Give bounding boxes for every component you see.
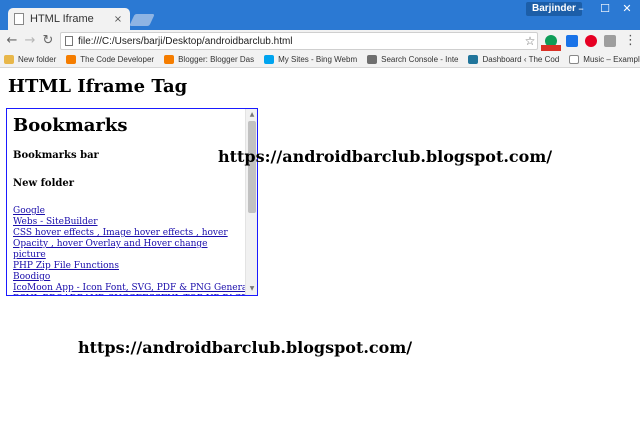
browser-menu-button[interactable]: ⋮ <box>624 33 637 49</box>
scroll-thumb[interactable] <box>248 121 256 213</box>
reload-button[interactable]: ↻ <box>40 33 56 49</box>
search-console-icon <box>367 55 378 64</box>
iframe-new-folder-heading: New folder <box>13 178 74 189</box>
page-heading: HTML Iframe Tag <box>8 76 188 97</box>
new-tab-button[interactable] <box>129 14 155 26</box>
scroll-down-arrow-icon[interactable]: ▼ <box>248 285 256 293</box>
bookmark-item[interactable]: New folder <box>4 55 56 64</box>
bookmark-star-icon[interactable]: ☆ <box>523 34 537 48</box>
iframe-bookmarks-bar-heading: Bookmarks bar <box>13 150 99 161</box>
bookmark-label: The Code Developer <box>80 55 155 64</box>
iframe-link[interactable]: PHP Zip File Functions <box>13 261 243 272</box>
minimize-button[interactable]: – <box>570 2 592 16</box>
wordpress-icon <box>468 55 479 64</box>
back-button[interactable]: ← <box>4 33 20 49</box>
iframe-link[interactable]: Google <box>13 206 243 217</box>
address-bar[interactable]: file:///C:/Users/barji/Desktop/androidba… <box>60 32 538 50</box>
blogger-icon <box>164 55 175 64</box>
extension-grey-icon[interactable] <box>604 35 616 47</box>
title-bar: HTML Iframe × Barjinder – ☐ ✕ <box>0 0 640 30</box>
bookmark-item[interactable]: My Sites - Bing Webm <box>264 55 357 64</box>
bookmark-item[interactable]: Music – Examples <box>569 55 640 64</box>
page-favicon-icon <box>14 13 24 25</box>
bookmark-item[interactable]: Dashboard ‹ The Cod <box>468 55 559 64</box>
maximize-button[interactable]: ☐ <box>594 2 616 16</box>
blog-url-text: https://androidbarclub.blogspot.com/ <box>218 147 553 166</box>
scroll-up-arrow-icon[interactable]: ▲ <box>248 111 256 119</box>
tab-title: HTML Iframe <box>30 13 94 25</box>
page-icon <box>569 55 580 64</box>
extension-blue-icon[interactable] <box>566 35 578 47</box>
bookmark-item[interactable]: The Code Developer <box>66 55 154 64</box>
browser-tab[interactable]: HTML Iframe × <box>8 8 130 30</box>
iframe-link[interactable]: IcoMoon App - Icon Font, SVG, PDF & PNG … <box>13 283 257 294</box>
browser-toolbar: ← → ↻ file:///C:/Users/barji/Desktop/and… <box>0 30 640 52</box>
pinterest-extension-icon[interactable] <box>585 35 597 47</box>
url-text[interactable]: file:///C:/Users/barji/Desktop/androidba… <box>78 36 523 47</box>
bookmark-label: Music – Examples <box>583 55 640 64</box>
iframe-link[interactable]: CSS hover effects , Image hover effects … <box>13 228 243 261</box>
bookmarks-bar: New folder The Code Developer Blogger: Blo… <box>0 52 640 68</box>
forward-button[interactable]: → <box>22 33 38 49</box>
bookmark-item[interactable]: Search Console - Inte <box>367 55 458 64</box>
bookmark-label: My Sites - Bing Webm <box>278 55 358 64</box>
iframe-link[interactable]: Boodigo <box>13 272 243 283</box>
iframe-title: Bookmarks <box>13 115 128 136</box>
iframe-link[interactable]: BSNL BROADBAND SUCCEESSFUL TOP UP PAGE <box>13 294 248 295</box>
tab-close-icon[interactable]: × <box>112 14 124 25</box>
close-window-button[interactable]: ✕ <box>616 2 638 16</box>
iframe-link-list: Google Webs - SiteBuilder CSS hover effect… <box>13 206 257 295</box>
page-info-icon[interactable] <box>65 36 73 46</box>
windows-icon <box>264 55 275 64</box>
bookmark-item[interactable]: Blogger: Blogger Das <box>164 55 254 64</box>
blog-url-text-secondary: https://androidbarclub.blogspot.com/ <box>78 338 413 357</box>
bookmark-label: Dashboard ‹ The Cod <box>482 55 560 64</box>
bookmark-label: Blogger: Blogger Das <box>178 55 255 64</box>
bookmark-label: Search Console - Inte <box>381 55 459 64</box>
iframe-content: Bookmarks Bookmarks bar New folder Googl… <box>13 115 257 295</box>
folder-icon <box>4 55 14 64</box>
iframe-frame[interactable]: Bookmarks Bookmarks bar New folder Googl… <box>6 108 258 296</box>
blogger-icon <box>66 55 77 64</box>
bookmark-label: New folder <box>18 55 57 64</box>
extension-new-badge <box>541 45 561 51</box>
iframe-link[interactable]: Webs - SiteBuilder <box>13 217 243 228</box>
iframe-scrollbar[interactable]: ▲ ▼ <box>245 109 257 295</box>
